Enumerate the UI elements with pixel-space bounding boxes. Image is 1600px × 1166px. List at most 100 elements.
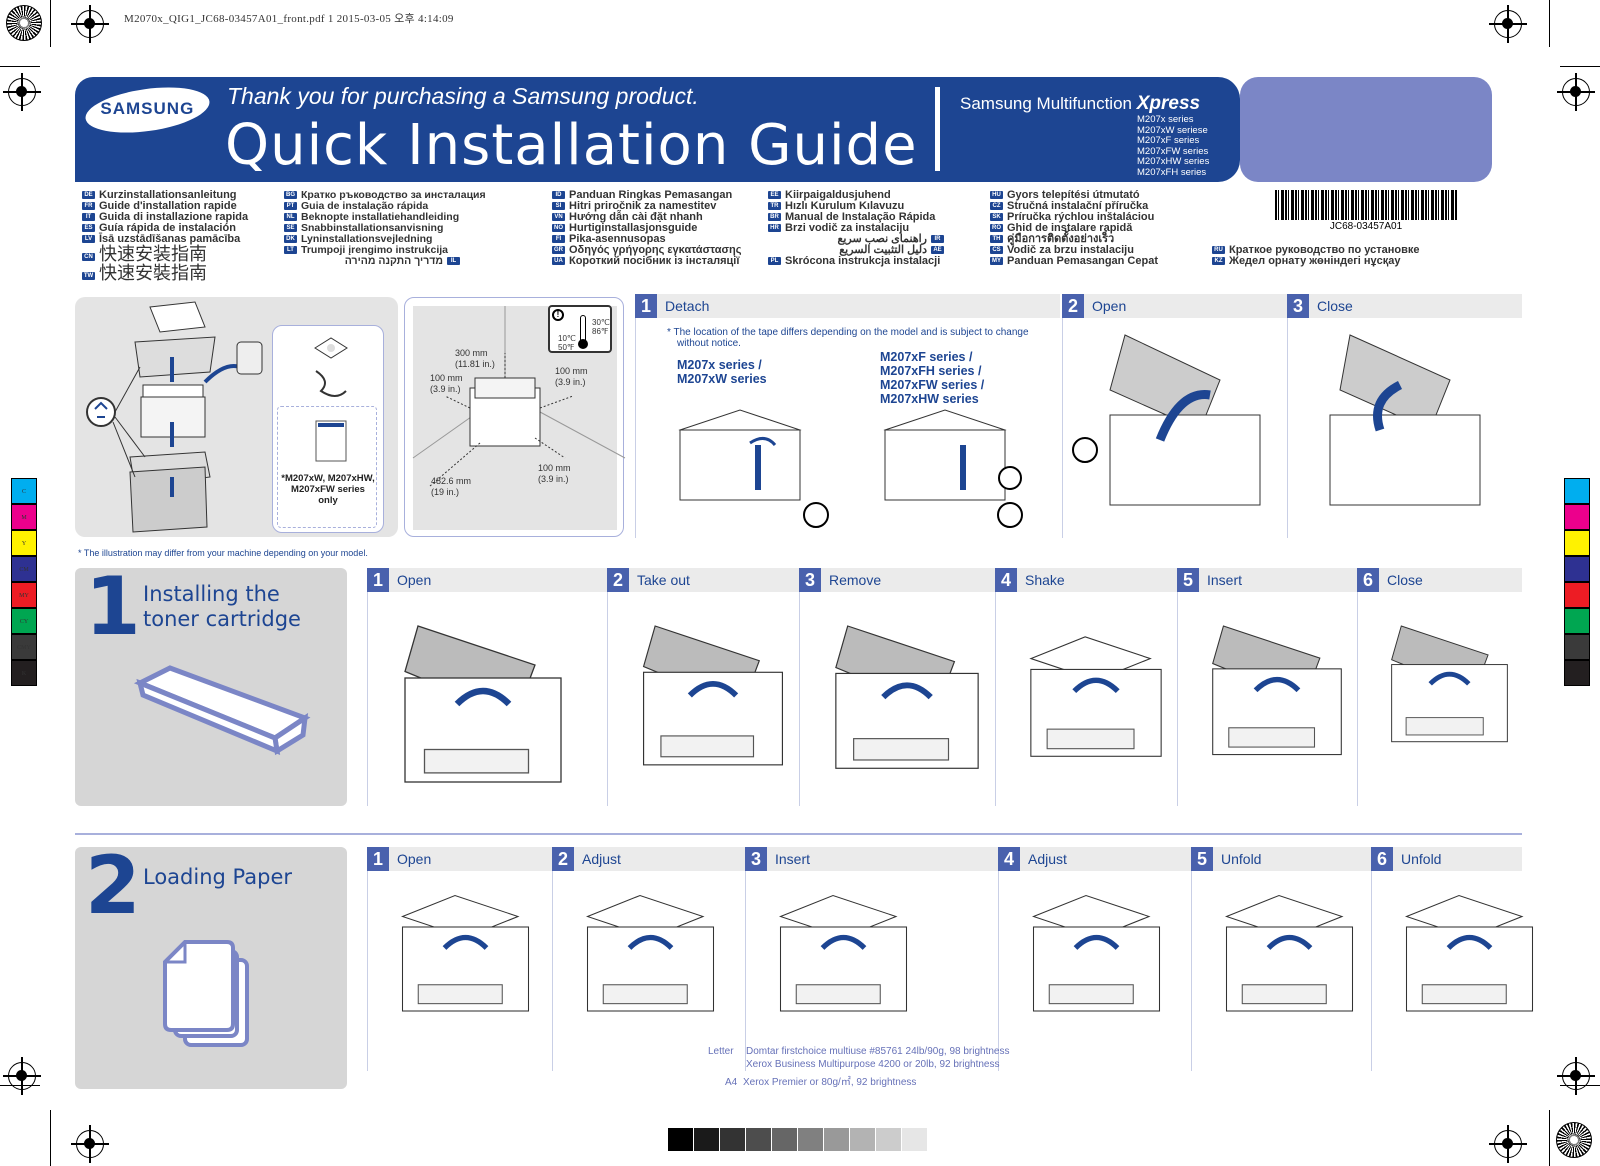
language-list: DE Kurzinstallationsanleitung FR Guide d'in… [82,190,248,283]
step-label: Close [1317,298,1353,314]
language-code-badge: ID [552,191,565,200]
step-label: Shake [1025,572,1065,588]
crop-line [1549,0,1550,47]
thank-you-text: Thank you for purchasing a Samsung produ… [227,83,699,109]
step-label: Unfold [1401,851,1442,867]
color-patch-my: MY [11,582,37,608]
color-control-bar [1564,478,1590,686]
step-header: 5 Unfold [1191,847,1371,871]
language-item: CN 快速安装指南 [82,245,248,264]
language-code-badge: ES [82,224,95,233]
accent-panel [1240,77,1492,182]
barcode-text: JC68-03457A01 [1329,221,1403,232]
unpacking-illustration [86,301,263,533]
letter-paper-2: Xerox Business Multipurpose 4200 or 20lb… [746,1059,1000,1070]
grayscale-control-bar [668,1128,928,1151]
gray-patch [720,1128,745,1151]
registration-star-mark [6,5,42,41]
color-patch-cmy: CMY [11,634,37,660]
step-number: 1 [367,568,389,592]
language-item: KZ Жедел орнату жөніндегі нұсқау [1212,256,1420,267]
language-code-badge: BR [768,213,781,222]
document-title: Quick Installation Guide [225,113,918,178]
accessory-note: *M207xW, M207xHW, M207xFW series only [281,473,375,506]
toner-step-3-illustration [835,625,979,769]
language-code-badge: IL [447,257,460,266]
registration-mark [3,1057,41,1095]
language-code-badge: PL [768,257,781,266]
crop-line [50,1110,51,1166]
clearance-back: 100 mm (3.9 in.) [538,463,571,484]
language-code-badge: IR [931,235,944,244]
step-number: 5 [1177,568,1199,592]
language-code-badge: FR [82,202,95,211]
step-number: 2 [552,847,574,871]
detach-tape-illustration [678,409,1023,528]
language-code-badge: UA [552,257,565,266]
language-code-badge: RO [990,224,1003,233]
close-scanner-illustration [1329,334,1481,506]
registration-mark [1557,1057,1595,1095]
step-header: 2 Take out [607,568,799,592]
language-code-badge: FI [552,235,565,244]
unpacking-panel: *M207xW, M207xHW, M207xFW series only [75,297,398,537]
step-header: 3 Insert [745,847,998,871]
step-label: Close [1387,572,1423,588]
gray-patch [746,1128,771,1151]
step-header: 4 Shake [995,568,1177,592]
placement-panel: ! 30℃ 86℉ 10℃ 50℉ 300 mm (11.81 in.) 100 … [404,297,626,537]
step-label: Remove [829,572,882,588]
crop-line [0,66,40,67]
language-code-badge: RU [1212,246,1225,255]
clearance-left: 100 mm (3.9 in.) [430,373,463,394]
gray-patch [824,1128,849,1151]
language-code-badge: BG [284,191,297,200]
language-code-badge: HR [768,224,781,233]
crop-line [1560,66,1600,67]
paper-step-6-illustration [1404,894,1534,1012]
language-code-badge: NL [284,213,297,222]
gray-patch [798,1128,823,1151]
registration-star-mark [1556,1122,1592,1158]
step-label: Detach [665,298,710,314]
gray-patch [668,1128,693,1151]
illustration-note: * The illustration may differ from your … [78,548,368,558]
toner-step-6-illustration [1391,625,1508,743]
language-item: TW 快速安裝指南 [82,264,248,283]
step-header: 4 Adjust [998,847,1191,871]
crop-line [1549,1110,1550,1166]
registration-mark [1557,73,1595,111]
paper-step-1-illustration [400,894,530,1012]
language-list: HU Gyors telepítési útmutató CZ Stručná ins… [990,190,1158,267]
series-item: M207xHW series [1137,156,1210,167]
gray-patch [772,1128,797,1151]
section-title: Installing the toner cartridge [143,582,301,631]
step-number: 2 [1062,294,1084,318]
language-title: Короткий посібник із інсталяції [569,255,740,267]
step-header: 2 Adjust [552,847,745,871]
barcode [1275,190,1457,220]
step-header: 1 Open [367,847,552,871]
language-code-badge: DK [284,235,297,244]
registration-mark [1489,1125,1527,1163]
section-title: Loading Paper [143,865,292,889]
color-patch-c [1564,478,1590,504]
step-header: 5 Insert [1177,568,1357,592]
step-divider [635,318,636,538]
language-code-badge: VN [552,213,565,222]
section-number: 1 [85,560,141,653]
language-item: MY Panduan Pemasangan Cepat [990,256,1158,267]
step-header: 3 Close [1287,294,1522,318]
toner-step-1-illustration [404,625,562,783]
step-number: 4 [998,847,1020,871]
step-label: Take out [637,572,690,588]
section-number: 2 [85,839,141,932]
language-code-badge: SE [284,224,297,233]
letter-label: Letter [708,1046,734,1057]
registration-mark [1489,5,1527,43]
series-item: M207xF series [1137,135,1200,146]
color-patch-k [1564,660,1590,686]
color-patch-cy [1564,608,1590,634]
a4-label: A4 [725,1077,738,1088]
color-patch-m: M [11,504,37,530]
